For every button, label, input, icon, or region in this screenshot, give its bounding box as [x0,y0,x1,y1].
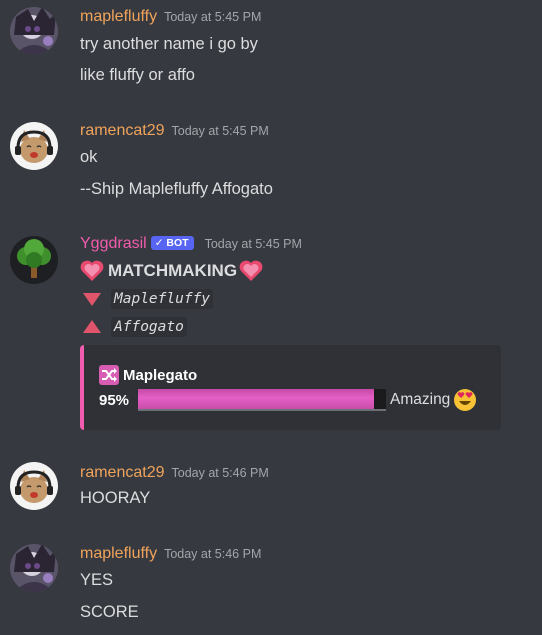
username[interactable]: maplefluffy [80,545,157,562]
bot-avatar[interactable] [10,236,58,284]
matchmaking-embed: Maplegato 95% Amazing [80,345,501,430]
compatibility-bar [138,389,386,411]
name-up: Affogato [111,317,187,337]
username[interactable]: ramencat29 [80,122,165,139]
message-text: try another name i go by [80,35,258,53]
red-triangle-up-icon [83,320,101,333]
bar-baseline [138,409,386,411]
message-header: Yggdrasil ✓ BOT Today at 5:45 PM [80,235,302,253]
timestamp: Today at 5:45 PM [164,10,262,24]
avatar[interactable] [10,7,58,55]
ship-name-2: Affogato [82,317,187,337]
embed-author: Maplegato [99,365,197,385]
bot-username[interactable]: Yggdrasil [80,235,147,252]
matchmaking-title: MATCHMAKING [80,259,263,283]
avatar[interactable] [10,544,58,592]
message-text: SCORE [80,603,139,621]
message-header: maplefluffy Today at 5:46 PM [80,545,261,563]
message-text: like fluffy or affo [80,66,195,84]
timestamp: Today at 5:45 PM [171,124,269,138]
timestamp: Today at 5:45 PM [204,237,302,251]
ship-name: Maplegato [123,366,198,384]
shuffle-icon [99,365,119,385]
name-down: Maplefluffy [111,289,214,309]
heart-eyes-emoji-icon [454,389,477,411]
username[interactable]: maplefluffy [80,8,157,25]
timestamp: Today at 5:46 PM [171,466,269,480]
compatibility-row: 95% Amazing [99,388,477,412]
avatar[interactable] [10,122,58,170]
message-header: ramencat29 Today at 5:45 PM [80,122,269,140]
message-header: maplefluffy Today at 5:45 PM [80,8,261,26]
message-text: ok [80,148,98,166]
message-text: YES [80,571,114,589]
message-text: HOORAY [80,489,151,507]
username[interactable]: ramencat29 [80,464,165,481]
bot-tag: ✓ BOT [150,236,194,250]
timestamp: Today at 5:46 PM [164,547,262,561]
ship-name-1: Maplefluffy [82,289,214,309]
bot-tag-label: BOT [166,237,189,249]
message-header: ramencat29 Today at 5:46 PM [80,464,269,482]
percent-label: 95% [99,391,130,409]
matchmaking-label: MATCHMAKING [108,261,238,280]
sparkling-heart-icon [239,260,263,281]
compatibility-bar-fill [138,389,374,411]
rating-label: Amazing [390,391,451,408]
red-triangle-down-icon [83,293,101,306]
message-text: --Ship Maplefluffy Affogato [80,180,273,198]
sparkling-heart-icon [80,260,104,281]
avatar[interactable] [10,462,58,510]
